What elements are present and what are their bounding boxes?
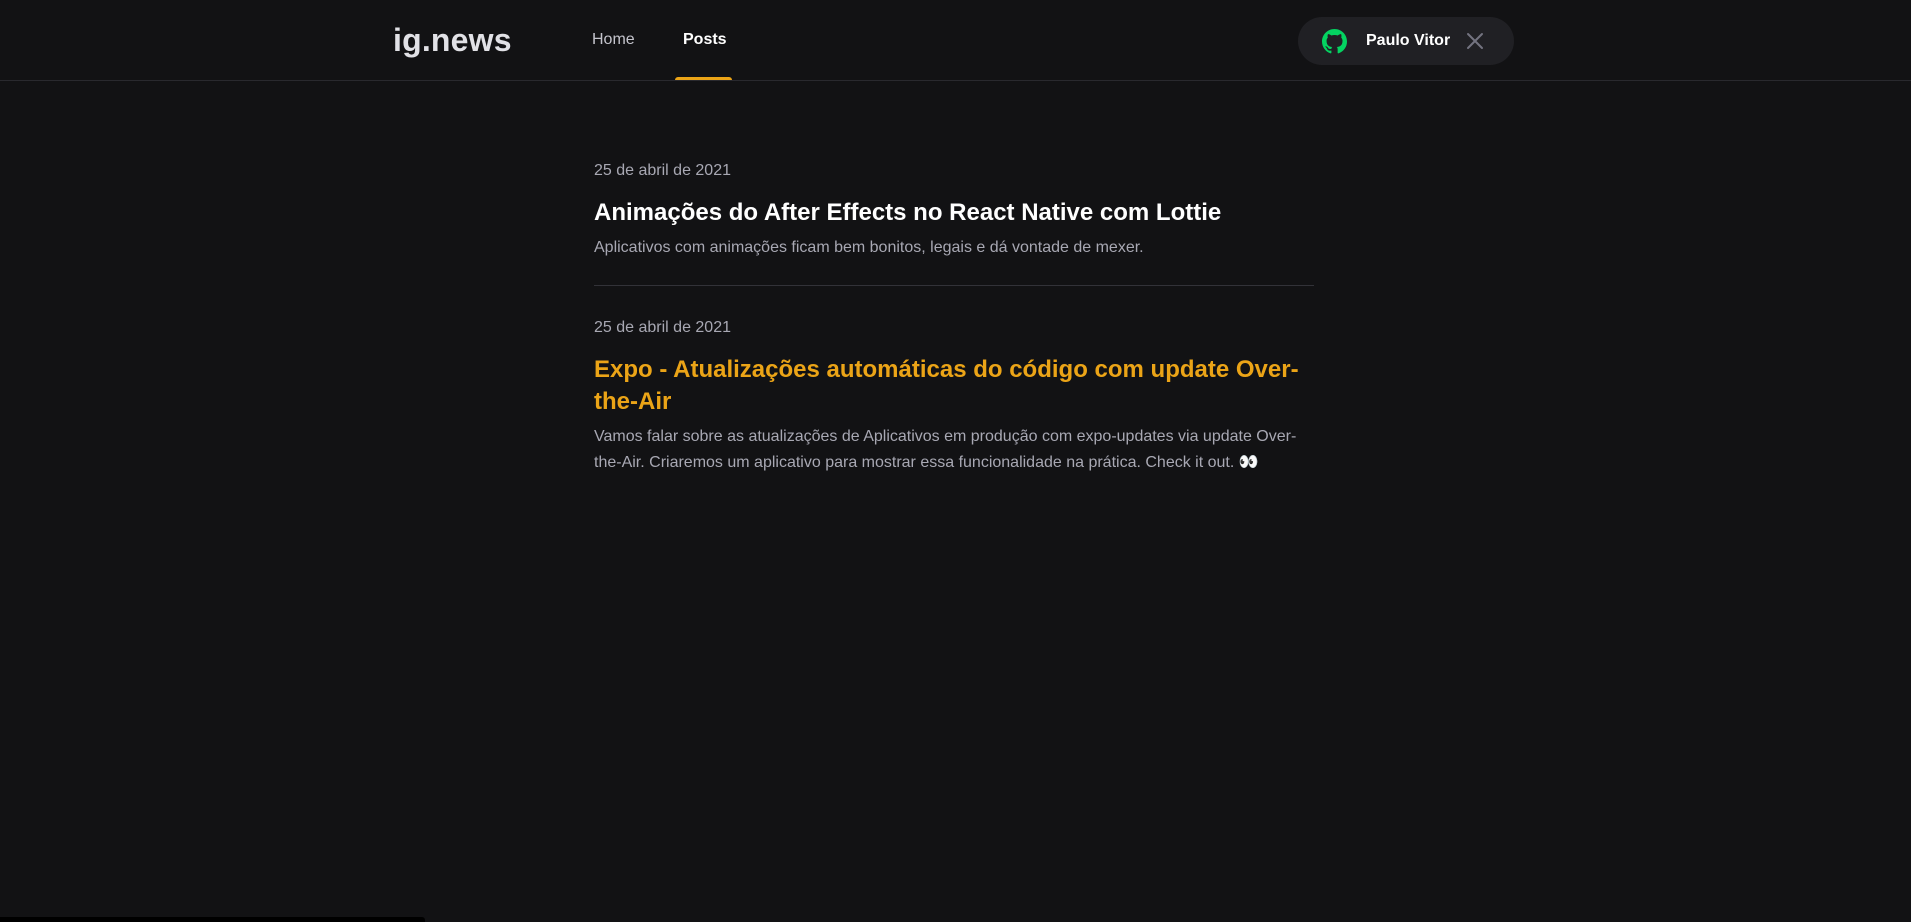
site-header: ig.news Home Posts Paulo Vitor <box>0 0 1911 81</box>
post-excerpt: Aplicativos com animações ficam bem boni… <box>594 239 1144 256</box>
post-item[interactable]: 25 de abril de 2021 Expo - Atualizações … <box>594 312 1314 476</box>
post-divider <box>594 285 1314 286</box>
post-excerpt: Vamos falar sobre as atualizações de Apl… <box>594 428 1297 471</box>
post-date: 25 de abril de 2021 <box>594 319 731 336</box>
signin-github-button[interactable]: Paulo Vitor <box>1298 17 1514 65</box>
post-title[interactable]: Animações do After Effects no React Nati… <box>594 197 1314 229</box>
nav-posts-link[interactable]: Posts <box>683 0 727 80</box>
post-title[interactable]: Expo - Atualizações automáticas do códig… <box>594 354 1314 418</box>
posts-list: 25 de abril de 2021 Animações do After E… <box>594 155 1314 476</box>
nav-home-link[interactable]: Home <box>592 0 635 80</box>
site-logo[interactable]: ig.news <box>393 20 512 60</box>
close-icon[interactable] <box>1466 32 1484 50</box>
post-date: 25 de abril de 2021 <box>594 162 731 179</box>
nav-active-indicator <box>675 77 732 80</box>
post-item[interactable]: 25 de abril de 2021 Animações do After E… <box>594 155 1314 261</box>
github-icon <box>1322 29 1347 54</box>
horizontal-scrollbar[interactable] <box>0 917 425 922</box>
user-name: Paulo Vitor <box>1366 32 1451 49</box>
